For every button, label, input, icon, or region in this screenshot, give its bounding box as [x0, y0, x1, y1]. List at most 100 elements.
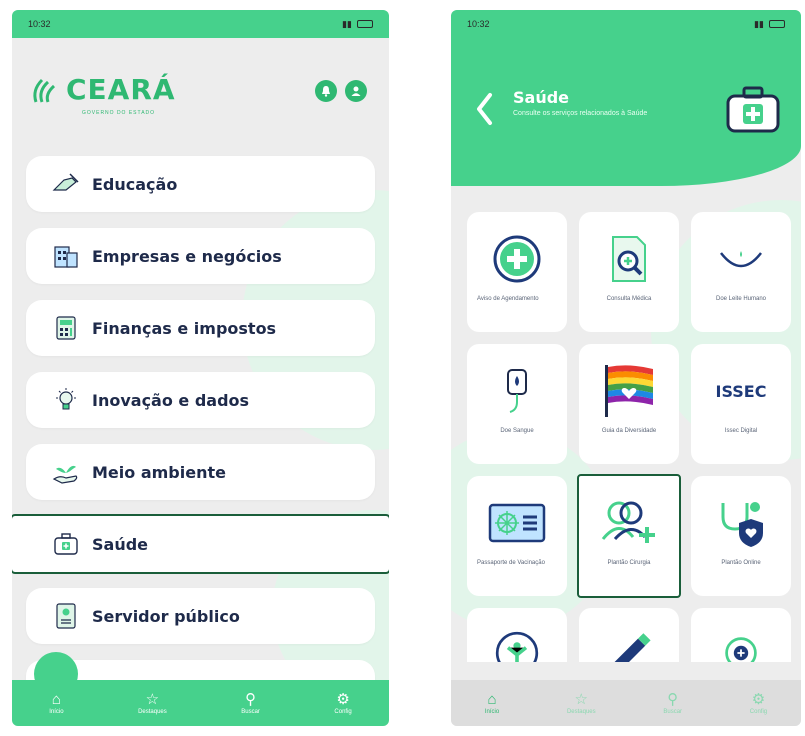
- menu-item-educacao[interactable]: Educação: [26, 156, 375, 212]
- tile-plantao-online[interactable]: Plantão Online: [691, 476, 791, 596]
- tile-doe-leite[interactable]: Doe Leite Humano: [691, 212, 791, 332]
- search-icon: ⚲: [667, 690, 679, 708]
- gear-icon: ⚙: [336, 690, 350, 708]
- menu-item-label: Inovação e dados: [92, 390, 250, 410]
- status-time: 10:32: [467, 19, 490, 29]
- tile-partial-2[interactable]: [579, 608, 679, 662]
- nav-config[interactable]: ⚙ Config: [750, 692, 767, 715]
- nav-inicio[interactable]: ⌂ Início: [485, 692, 499, 715]
- menu-item-servidor-publico[interactable]: Servidor público: [26, 588, 375, 644]
- menu-item-saude[interactable]: Saúde: [12, 514, 389, 574]
- gear-icon: ⚙: [751, 690, 766, 708]
- tile-doe-sangue[interactable]: Doe Sangue: [467, 344, 567, 464]
- nav-label: Buscar: [241, 708, 260, 715]
- status-bar: 10:32 ▮▮: [12, 10, 389, 38]
- vaccine-card-icon: [487, 494, 547, 552]
- battery-icon: [769, 20, 785, 28]
- pen-icon: [614, 633, 651, 662]
- document-search-icon: [599, 230, 659, 288]
- tile-label: Aviso de Agendamento: [477, 296, 539, 302]
- tile-partial-1[interactable]: [467, 608, 567, 662]
- writing-hand-icon: [52, 170, 80, 198]
- services-grid: Aviso de Agendamento Consulta Médica Doe…: [467, 212, 799, 662]
- lightbulb-icon: [52, 386, 80, 414]
- category-menu: Educação Empresas e negócios Finanças e …: [12, 156, 389, 700]
- app-header: CEARÁ GOVERNO DO ESTADO: [12, 38, 389, 150]
- nav-label: Destaques: [138, 708, 167, 715]
- back-arrow-icon[interactable]: [475, 92, 493, 126]
- nav-buscar[interactable]: ⚲ Buscar: [241, 692, 260, 715]
- menu-item-meio-ambiente[interactable]: Meio ambiente: [26, 444, 375, 500]
- wave-logo-icon: [33, 78, 56, 103]
- search-icon: ⚲: [245, 690, 257, 708]
- issec-logo-icon: ISSEC: [711, 362, 771, 420]
- drop-cup-icon: [711, 230, 771, 288]
- calculator-icon: [52, 314, 80, 342]
- logo-subtitle: GOVERNO DO ESTADO: [82, 110, 156, 116]
- stethoscope-shield-icon: [711, 494, 771, 552]
- bottom-navigation: ⌂ Início ☆ Destaques ⚲ Buscar ⚙ Config: [12, 680, 389, 726]
- tile-label: Issec Digital: [724, 428, 758, 434]
- menu-item-financas[interactable]: Finanças e impostos: [26, 300, 375, 356]
- tile-plantao-cirurgia[interactable]: Plantão Cirurgia: [577, 474, 681, 598]
- phone-home-screen: 10:32 ▮▮ CEARÁ GOVERNO DO ESTADO Educaçã…: [12, 10, 389, 726]
- bottom-navigation: ⌂ Início ☆ Destaques ⚲ Buscar ⚙ Config: [451, 680, 801, 726]
- user-add-icon: [599, 494, 659, 552]
- person-circle-icon: [495, 631, 539, 662]
- nav-label: Início: [49, 708, 64, 715]
- blood-bag-icon: [487, 362, 547, 420]
- plant-hand-icon: [52, 458, 80, 486]
- notification-bell-icon[interactable]: [315, 80, 337, 102]
- tile-label: Doe Sangue: [500, 428, 534, 434]
- nav-label: Buscar: [663, 708, 683, 715]
- tile-guia-diversidade[interactable]: Guia da Diversidade: [579, 344, 679, 464]
- menu-item-label: Servidor público: [92, 606, 240, 626]
- nav-inicio[interactable]: ⌂ Início: [49, 692, 63, 715]
- rainbow-flag-icon: [599, 362, 659, 420]
- menu-item-label: Educação: [92, 174, 178, 194]
- tile-label: Doe Leite Humano: [715, 296, 767, 302]
- menu-item-empresas[interactable]: Empresas e negócios: [26, 228, 375, 284]
- tile-consulta-medica[interactable]: Consulta Médica: [579, 212, 679, 332]
- status-bar: 10:32 ▮▮: [451, 10, 801, 38]
- nav-buscar[interactable]: ⚲ Buscar: [663, 692, 682, 715]
- status-indicators: ▮▮: [754, 19, 785, 30]
- phone-saude-screen: 10:32 ▮▮ Saúde Consulte os serviços rela…: [451, 10, 801, 726]
- user-profile-icon[interactable]: [345, 80, 367, 102]
- tile-issec-digital[interactable]: ISSEC Issec Digital: [691, 344, 791, 464]
- nav-config[interactable]: ⚙ Config: [334, 692, 351, 715]
- tile-label: Plantão Online: [721, 560, 761, 566]
- tile-label: Consulta Médica: [606, 296, 652, 302]
- page-title: Saúde: [513, 88, 570, 107]
- nav-label: Início: [484, 708, 500, 715]
- tile-aviso-agendamento[interactable]: Aviso de Agendamento: [467, 212, 567, 332]
- nav-label: Config: [749, 708, 768, 715]
- menu-item-label: Meio ambiente: [92, 462, 226, 482]
- tile-label: Passaporte de Vacinação: [477, 560, 545, 566]
- issec-logo-text: ISSEC: [715, 381, 767, 401]
- nav-label: Destaques: [566, 708, 596, 715]
- signal-icon: ▮▮: [754, 18, 764, 29]
- medical-kit-icon: [52, 530, 80, 558]
- plus-target-icon: [725, 637, 757, 662]
- id-badge-icon: [52, 602, 80, 630]
- tile-label: Plantão Cirurgia: [607, 560, 651, 566]
- star-icon: ☆: [574, 690, 588, 708]
- page-subtitle: Consulte os serviços relacionados à Saúd…: [513, 110, 648, 117]
- nav-destaques[interactable]: ☆ Destaques: [138, 692, 167, 715]
- signal-icon: ▮▮: [342, 18, 352, 29]
- header-actions: [315, 80, 367, 102]
- tile-label: Guia da Diversidade: [601, 428, 657, 434]
- battery-icon: [357, 20, 373, 28]
- menu-item-inovacao[interactable]: Inovação e dados: [26, 372, 375, 428]
- building-icon: [52, 242, 80, 270]
- home-icon: ⌂: [51, 690, 61, 708]
- tile-partial-3[interactable]: [691, 608, 791, 662]
- tile-passaporte-vacinacao[interactable]: Passaporte de Vacinação: [467, 476, 567, 596]
- nav-destaques[interactable]: ☆ Destaques: [567, 692, 596, 715]
- plus-circle-icon: [487, 230, 547, 288]
- menu-item-label: Saúde: [92, 534, 149, 554]
- home-icon: ⌂: [487, 690, 497, 708]
- status-indicators: ▮▮: [342, 19, 373, 30]
- medical-kit-icon: [726, 86, 780, 133]
